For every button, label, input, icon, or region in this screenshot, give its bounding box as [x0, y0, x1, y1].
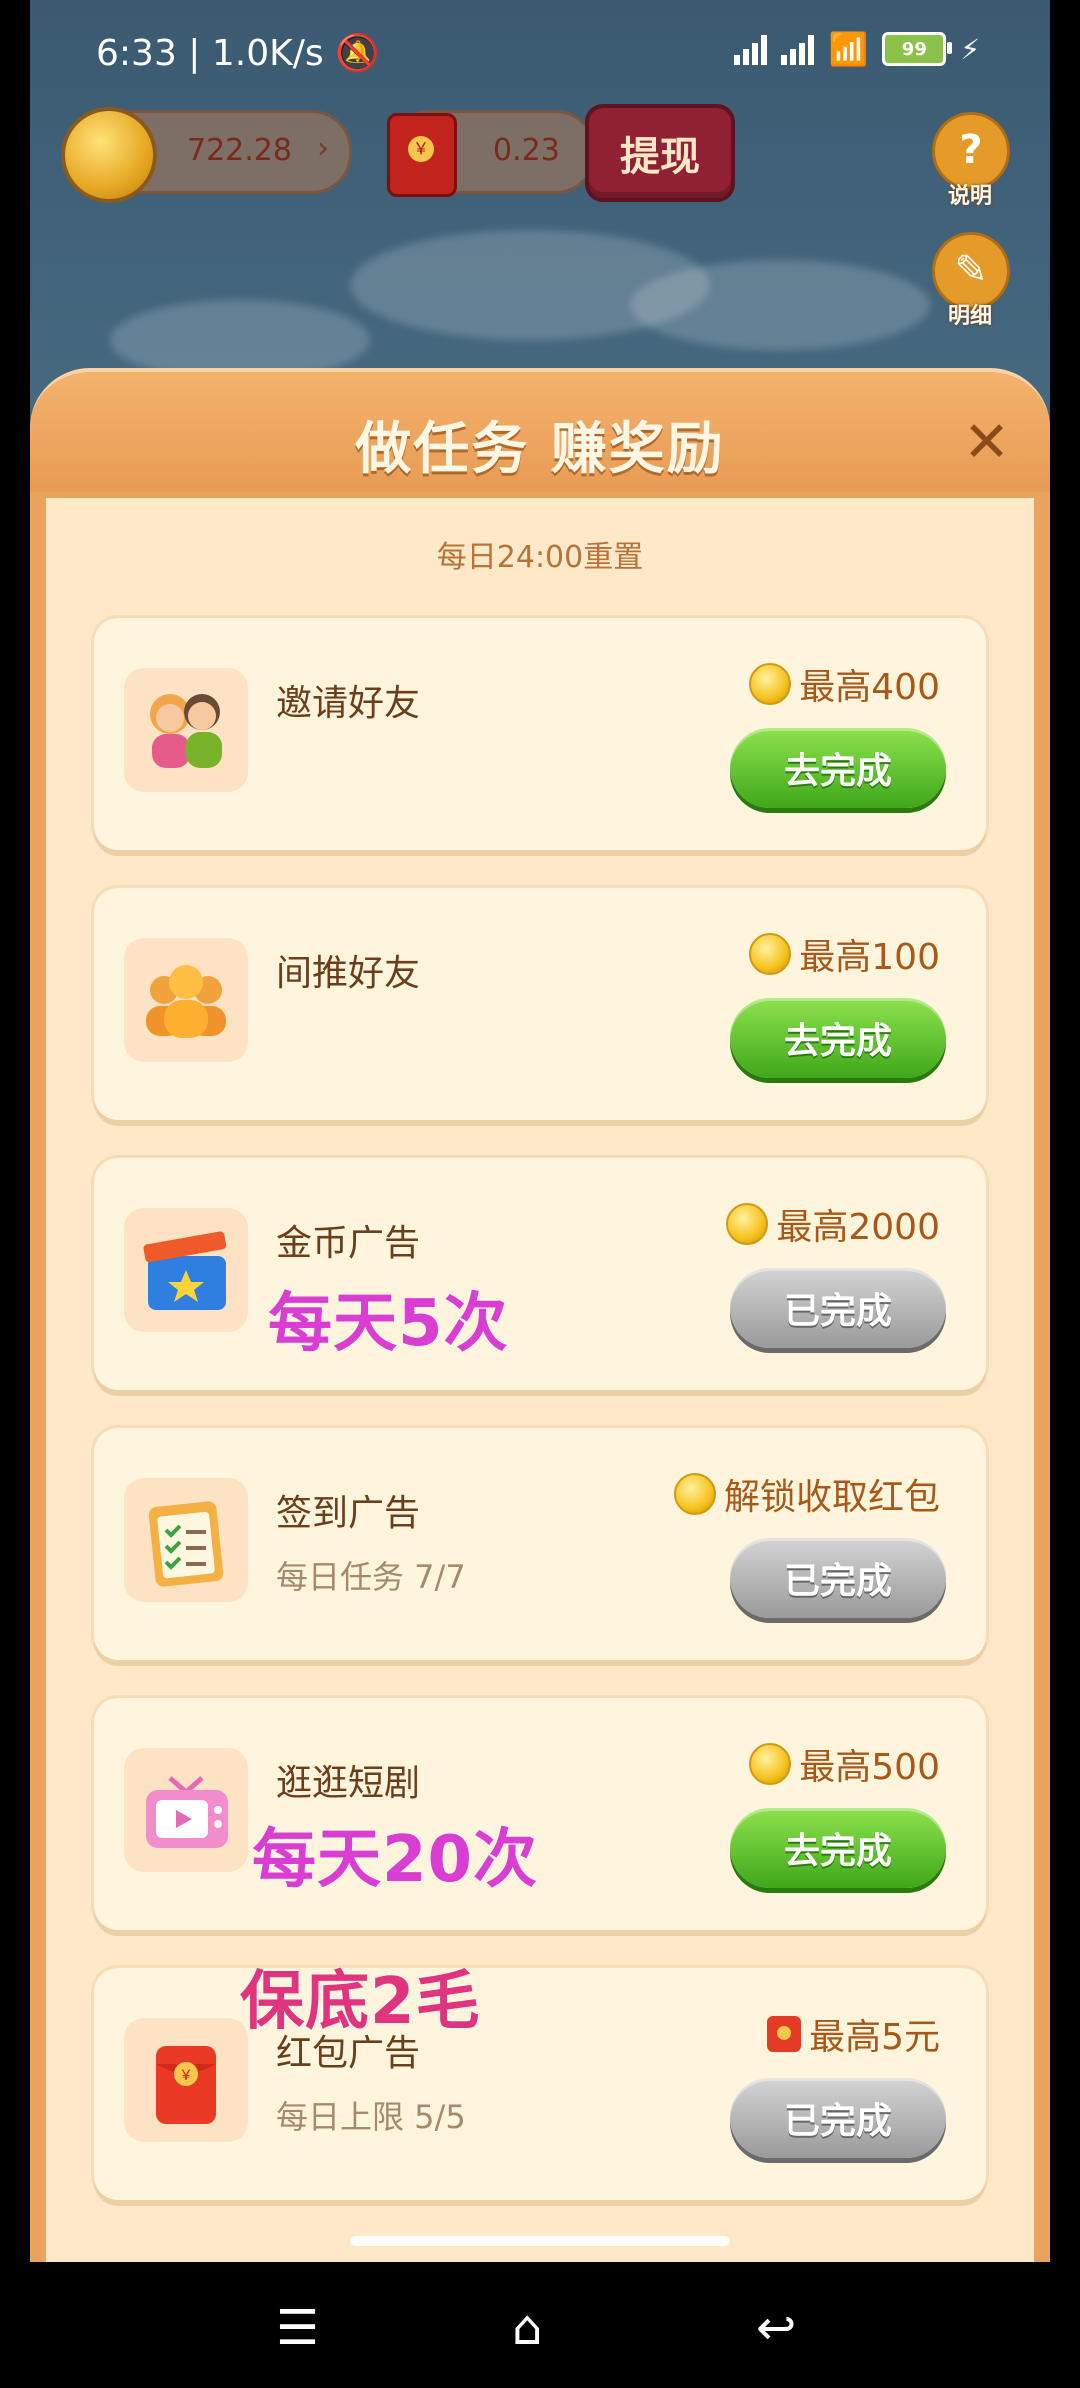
modal-header: 做任务 赚奖励 ✕: [30, 368, 1050, 502]
task-reward: 最高400: [749, 658, 940, 710]
complete-button[interactable]: 去完成: [730, 728, 946, 808]
close-icon[interactable]: ✕: [963, 410, 1010, 475]
friends-group-icon: [124, 938, 248, 1062]
invite-friends-icon: [124, 668, 248, 792]
task-title: 邀请好友: [276, 683, 421, 724]
red-envelope-icon: [387, 113, 457, 197]
task-card-drama: 逛逛短剧 最高500 去完成: [94, 1698, 986, 1930]
completed-button[interactable]: 已完成: [730, 2078, 946, 2158]
tv-icon: [124, 1748, 248, 1872]
details-button[interactable]: ✎ 明细: [932, 232, 1010, 330]
status-bar: 6:33 | 1.0K/s 🔕 📶 99 ⚡: [0, 0, 1080, 110]
complete-button[interactable]: 去完成: [730, 1808, 946, 1888]
task-card-gold-ad: 金币广告 最高2000 已完成: [94, 1158, 986, 1390]
annotation-gold-ad: 每天5次: [268, 1287, 509, 1361]
back-icon[interactable]: ↩: [756, 2300, 796, 2356]
status-icons: 📶 99 ⚡: [734, 30, 980, 68]
coin-icon: [673, 1473, 716, 1515]
task-title: 间推好友: [276, 953, 421, 994]
modal-body: 每日24:00重置 邀请好友 最高400 去完成 间推好友 最高100 去完成 …: [30, 492, 1050, 2268]
annotation-drama: 每天20次: [252, 1823, 539, 1897]
task-subtitle: 每日任务 7/7: [276, 1558, 466, 1596]
battery-icon: 99: [882, 32, 953, 66]
task-card-redpacket-ad: ￥ 红包广告 每日上限 5/5 最高5元 已完成: [94, 1968, 986, 2200]
clapperboard-icon: [124, 1208, 248, 1332]
task-card-indirect: 间推好友 最高100 去完成: [94, 888, 986, 1120]
red-envelope-icon: [767, 2016, 802, 2052]
coin-value: 722.28: [187, 133, 292, 168]
home-indicator[interactable]: [350, 2236, 730, 2246]
task-subtitle: 每日上限 5/5: [276, 2098, 466, 2136]
details-label: 明细: [947, 304, 992, 329]
cash-balance: 0.23: [387, 110, 596, 197]
task-reward: 解锁收取红包: [673, 1468, 940, 1520]
coin-icon: [749, 663, 792, 705]
task-card-invite: 邀请好友 最高400 去完成: [94, 618, 986, 850]
task-list[interactable]: 每日24:00重置 邀请好友 最高400 去完成 间推好友 最高100 去完成 …: [46, 498, 1034, 2268]
chevron-right-icon: ›: [317, 131, 329, 166]
withdraw-button[interactable]: 提现: [585, 104, 735, 202]
coin-balance[interactable]: 722.28 ›: [61, 107, 352, 203]
modal-title: 做任务 赚奖励: [355, 417, 725, 482]
complete-button[interactable]: 去完成: [730, 998, 946, 1078]
status-time: 6:33 | 1.0K/s 🔕: [96, 33, 380, 74]
checklist-icon: [124, 1478, 248, 1602]
wifi-icon: 📶: [828, 30, 869, 68]
completed-button[interactable]: 已完成: [730, 1268, 946, 1348]
coin-icon: [61, 107, 157, 203]
task-card-checkin-ad: 签到广告 每日任务 7/7 解锁收取红包 已完成: [94, 1428, 986, 1660]
task-reward: 最高5元: [767, 2008, 940, 2060]
task-modal: 做任务 赚奖励 ✕ 每日24:00重置 邀请好友 最高400 去完成 间推好友 …: [30, 368, 1050, 2268]
help-button[interactable]: ? 说明: [932, 112, 1010, 210]
annotation-redpacket: 保底2毛: [240, 1965, 481, 2039]
completed-button[interactable]: 已完成: [730, 1538, 946, 1618]
home-icon[interactable]: ⌂: [512, 2300, 542, 2356]
task-reward: 最高2000: [726, 1198, 940, 1250]
reset-note: 每日24:00重置: [436, 540, 644, 575]
signal-icon: [734, 33, 768, 65]
mute-icon: 🔕: [335, 33, 380, 74]
task-title: 逛逛短剧: [276, 1763, 421, 1804]
task-reward: 最高100: [749, 928, 940, 980]
coin-icon: [726, 1203, 769, 1245]
system-navigation: ☰ ⌂ ↩: [0, 2262, 1080, 2388]
task-reward: 最高500: [749, 1738, 940, 1790]
menu-icon[interactable]: ☰: [276, 2300, 319, 2356]
help-label: 说明: [947, 184, 992, 209]
coin-icon: [749, 1743, 792, 1785]
task-title: 签到广告: [276, 1493, 421, 1534]
coin-icon: [749, 933, 792, 975]
cash-value: 0.23: [493, 133, 560, 168]
signal-icon: [781, 33, 815, 65]
task-title: 金币广告: [276, 1223, 421, 1264]
red-envelope-icon: ￥: [124, 2018, 248, 2142]
charging-icon: ⚡: [960, 32, 980, 66]
svg-text:￥: ￥: [179, 2068, 193, 2084]
